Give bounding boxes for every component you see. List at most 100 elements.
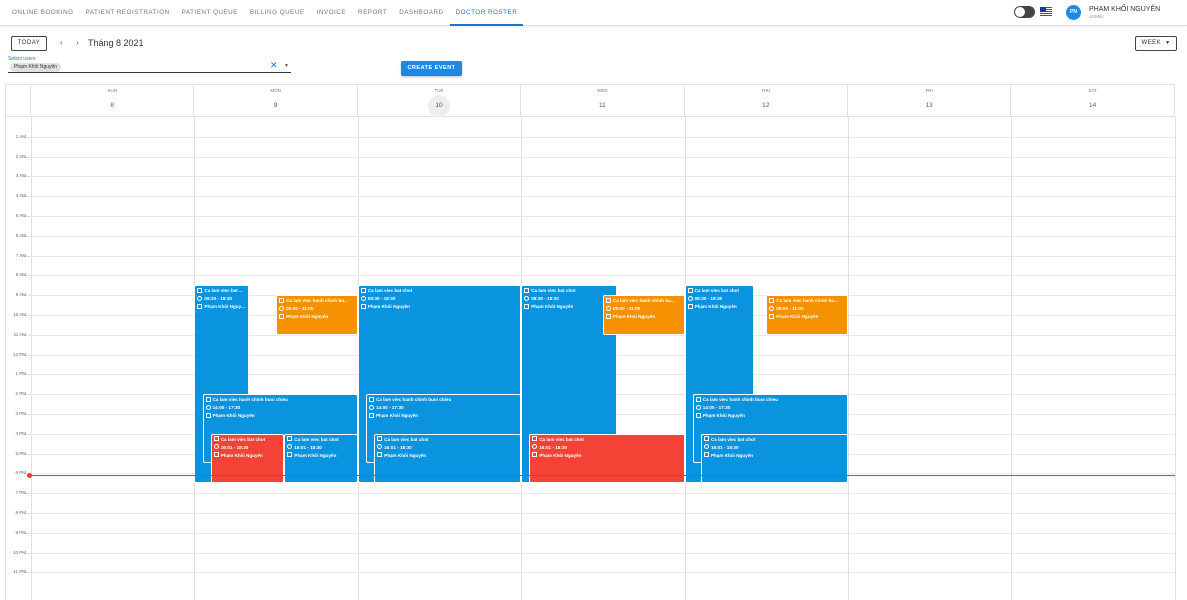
day-number[interactable]: 11 xyxy=(591,95,613,117)
day-number[interactable]: 10 xyxy=(427,95,450,117)
event-time-row: 08:30 - 18:30 xyxy=(360,295,518,303)
clock-icon xyxy=(360,295,366,301)
nav-tab-online-booking[interactable]: ONLINE BOOKING xyxy=(6,0,80,26)
event-title: Ca lam viec hanh chinh bu... xyxy=(612,298,675,304)
event-doctor: Phạm Khôi Nguyên xyxy=(294,452,337,458)
event-time: 16:01 - 18:30 xyxy=(294,444,322,450)
day-column-divider xyxy=(848,117,849,600)
event-title-row: Ca lam viec bat chot xyxy=(360,287,518,295)
prev-week-chevron-icon[interactable]: ‹ xyxy=(60,38,63,47)
dropdown-arrow-icon[interactable]: ▼ xyxy=(284,63,289,69)
day-header-fri[interactable]: FRI 13 xyxy=(848,85,1012,117)
event-title-row: Ca lam viec bat chot xyxy=(703,436,845,444)
us-flag-icon[interactable] xyxy=(1040,7,1052,16)
nav-tab-doctor-roster[interactable]: DOCTOR ROSTER xyxy=(449,0,524,26)
clock-icon xyxy=(368,404,374,410)
calendar-icon xyxy=(287,436,293,442)
event-title: Ca lam viec hanh chinh bu... xyxy=(776,298,839,304)
day-header-sat[interactable]: SAT 14 xyxy=(1011,85,1175,117)
nav-tab-invoice[interactable]: INVOICE xyxy=(311,0,352,26)
clock-icon xyxy=(205,404,211,410)
clock-icon xyxy=(532,444,538,450)
hour-gridline xyxy=(31,255,1176,257)
event-time: 16:01 - 18:30 xyxy=(384,444,412,450)
event-time-row: 14:00 - 17:30 xyxy=(205,404,355,412)
person-icon xyxy=(532,452,538,458)
day-header-mon[interactable]: MON 9 xyxy=(194,85,358,117)
event-time: 09:00 - 11:00 xyxy=(286,306,314,312)
hour-label: 11 PM xyxy=(13,569,26,575)
calendar-event[interactable]: Ca lam viec hanh chinh bu... 09:00 - 11:0… xyxy=(766,295,848,335)
calendar-icon xyxy=(687,287,693,293)
hour-gridline xyxy=(31,275,1176,277)
hour-label: 12 PM xyxy=(12,351,26,357)
hour-gridline xyxy=(31,156,1176,158)
event-doctor: Phạm Khôi Nguyên xyxy=(539,452,582,458)
event-doctor: Phạm Khôi Nguyên xyxy=(694,304,737,310)
selected-user-chip[interactable]: Phạm Khôi Nguyên xyxy=(10,63,62,72)
day-number[interactable]: 8 xyxy=(101,95,123,117)
event-time-row: 09:00 - 11:00 xyxy=(605,305,682,313)
day-header-thu[interactable]: THU 12 xyxy=(684,85,848,117)
avatar[interactable]: PN xyxy=(1066,5,1081,20)
event-time-row: 08:30 - 18:30 xyxy=(197,295,245,303)
event-time-row: 14:00 - 17:30 xyxy=(368,404,518,412)
today-button[interactable]: TODAY xyxy=(11,36,47,51)
day-number[interactable]: 12 xyxy=(755,95,777,117)
calendar-icon xyxy=(360,287,366,293)
event-doctor: Phạm Khôi Nguyên xyxy=(612,314,656,320)
event-title-row: Ca lam viec bat chot xyxy=(287,436,355,444)
event-time-row: 16:01 - 18:30 xyxy=(703,444,845,452)
event-title-row: Ca lam viec hanh chinh buoi chieu xyxy=(205,396,355,404)
calendar-event[interactable]: Ca lam viec hanh chinh bu... 09:00 - 11:0… xyxy=(276,295,358,335)
hour-label: 1 AM xyxy=(15,133,26,139)
day-header-tue[interactable]: TUE 10 xyxy=(357,85,522,117)
nav-tab-patient-registration[interactable]: PATIENT REGISTRATION xyxy=(80,0,176,26)
event-doctor-row: Phạm Khôi Nguyên xyxy=(279,313,355,321)
clear-selection-icon[interactable]: ✕ xyxy=(270,60,278,71)
next-week-chevron-icon[interactable]: › xyxy=(76,38,79,47)
event-title: Ca lam viec bat ... xyxy=(204,288,243,294)
event-title-row: Ca lam viec hanh chinh bu... xyxy=(605,297,682,305)
select-users-field[interactable]: Phạm Khôi Nguyên ✕ ▼ xyxy=(8,60,291,73)
person-icon xyxy=(368,412,374,418)
calendar-icon xyxy=(605,297,611,303)
nav-tabs: ONLINE BOOKING PATIENT REGISTRATION PATIEN… xyxy=(6,0,524,26)
event-time-row: 16:01 - 18:30 xyxy=(213,444,282,452)
day-number[interactable]: 14 xyxy=(1082,95,1104,117)
day-number[interactable]: 9 xyxy=(265,95,287,117)
day-column-divider xyxy=(1011,117,1013,600)
person-icon xyxy=(213,452,219,458)
theme-toggle[interactable] xyxy=(1014,6,1035,18)
current-time-line xyxy=(30,475,1175,477)
person-icon xyxy=(605,313,611,319)
day-of-week-label: FRI xyxy=(925,88,933,93)
nav-tab-report[interactable]: REPORT xyxy=(352,0,393,26)
event-doctor-row: Phạm Khôi Nguyên xyxy=(703,452,845,460)
hour-label: 6 AM xyxy=(15,232,26,238)
hour-gridline xyxy=(31,532,1176,534)
event-doctor-row: Phạm Khôi Nguyên xyxy=(769,313,845,321)
day-header-sun[interactable]: SUN 8 xyxy=(31,85,195,117)
hour-label: 5 AM xyxy=(15,213,26,218)
day-header-wed[interactable]: WED 11 xyxy=(521,85,685,117)
view-select-button[interactable]: WEEK ▼ xyxy=(1135,36,1177,51)
nav-tab-billing-queue[interactable]: BILLING QUEUE xyxy=(244,0,311,26)
event-title: Ca lam viec hanh chinh bu... xyxy=(286,298,348,304)
calendar-event[interactable]: Ca lam viec hanh chinh bu... 09:00 - 11:0… xyxy=(602,295,685,335)
day-of-week-label: SUN xyxy=(107,88,117,93)
day-of-week-label: THU xyxy=(761,88,771,93)
hour-gridline xyxy=(31,136,1176,138)
nav-tab-dashboard[interactable]: DASHBOARD xyxy=(393,0,449,26)
event-doctor-row: Phạm Khôi Nguyên xyxy=(377,452,518,460)
time-gutter-divider xyxy=(31,117,32,600)
event-title: Ca lam viec bat chot xyxy=(531,288,576,294)
hour-label: 9 PM xyxy=(15,529,26,535)
current-time-dot xyxy=(27,472,32,478)
create-event-button[interactable]: CREATE EVENT xyxy=(401,61,462,76)
event-title-row: Ca lam viec bat chot xyxy=(377,436,518,444)
event-doctor: Phạm Khôi Nguyên xyxy=(702,413,745,419)
day-number[interactable]: 13 xyxy=(918,95,940,117)
nav-tab-patient-queue[interactable]: PATIENT QUEUE xyxy=(176,0,244,26)
toggle-knob xyxy=(1015,7,1025,17)
